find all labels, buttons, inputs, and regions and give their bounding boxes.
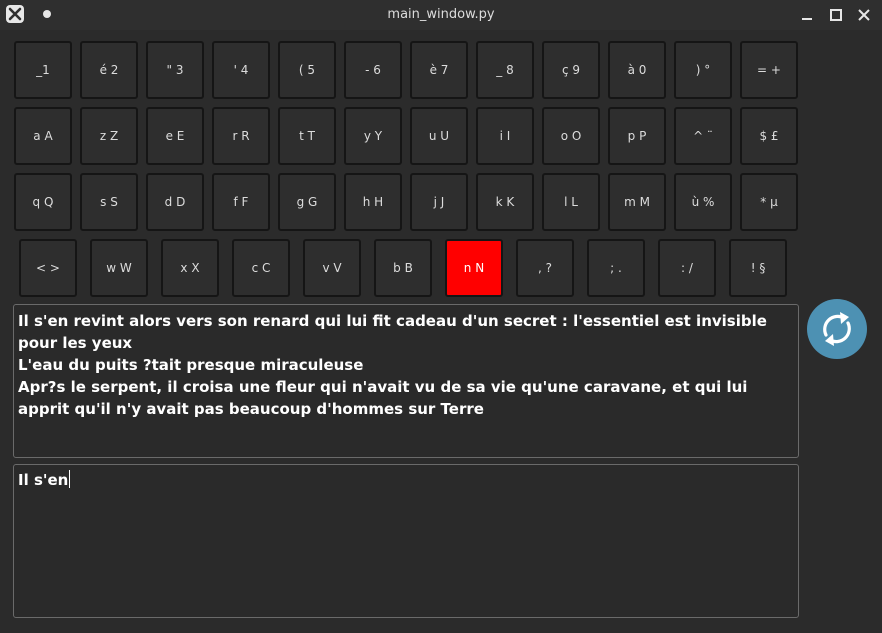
key-1-4[interactable]: t T [278, 107, 336, 165]
key-2-10[interactable]: ù % [674, 173, 732, 231]
key-2-1[interactable]: s S [80, 173, 138, 231]
minimize-button[interactable] [798, 6, 816, 24]
typing-input-area[interactable]: Il s'en [13, 464, 799, 618]
key-1-8[interactable]: o O [542, 107, 600, 165]
key-0-3[interactable]: ' 4 [212, 41, 270, 99]
reference-line: Il s'en revint alors vers son renard qui… [18, 312, 767, 352]
key-3-8[interactable]: ; . [587, 239, 645, 297]
key-0-6[interactable]: è 7 [410, 41, 468, 99]
refresh-button[interactable] [807, 299, 867, 359]
refresh-icon [823, 312, 851, 346]
reference-text-area[interactable]: Il s'en revint alors vers son renard qui… [13, 304, 799, 458]
key-2-5[interactable]: h H [344, 173, 402, 231]
key-3-0[interactable]: < > [19, 239, 77, 297]
text-caret [69, 470, 71, 488]
key-2-7[interactable]: k K [476, 173, 534, 231]
key-0-1[interactable]: é 2 [80, 41, 138, 99]
key-2-4[interactable]: g G [278, 173, 336, 231]
key-0-11[interactable]: = + [740, 41, 798, 99]
key-1-1[interactable]: z Z [80, 107, 138, 165]
key-1-0[interactable]: a A [14, 107, 72, 165]
key-1-11[interactable]: $ £ [740, 107, 798, 165]
key-0-0[interactable]: _1 [14, 41, 72, 99]
key-3-7[interactable]: , ? [516, 239, 574, 297]
key-1-6[interactable]: u U [410, 107, 468, 165]
key-3-1[interactable]: w W [90, 239, 148, 297]
key-0-10[interactable]: ) ° [674, 41, 732, 99]
title-bar: main_window.py [0, 0, 882, 30]
reference-line: L'eau du puits ?tait presque miraculeuse [18, 356, 364, 374]
key-0-7[interactable]: _ 8 [476, 41, 534, 99]
key-2-8[interactable]: l L [542, 173, 600, 231]
key-0-9[interactable]: à 0 [608, 41, 666, 99]
maximize-button[interactable] [827, 6, 845, 24]
key-3-10[interactable]: ! § [729, 239, 787, 297]
key-1-10[interactable]: ^ ¨ [674, 107, 732, 165]
reference-line: Apr?s le serpent, il croisa une fleur qu… [18, 378, 748, 418]
key-2-3[interactable]: f F [212, 173, 270, 231]
key-1-5[interactable]: y Y [344, 107, 402, 165]
key-0-8[interactable]: ç 9 [542, 41, 600, 99]
key-2-9[interactable]: m M [608, 173, 666, 231]
key-1-2[interactable]: e E [146, 107, 204, 165]
key-3-3[interactable]: c C [232, 239, 290, 297]
key-3-5[interactable]: b B [374, 239, 432, 297]
key-2-11[interactable]: * µ [740, 173, 798, 231]
key-1-9[interactable]: p P [608, 107, 666, 165]
key-3-9[interactable]: : / [658, 239, 716, 297]
close-icon [858, 9, 870, 21]
window-title: main_window.py [387, 7, 495, 22]
key-1-3[interactable]: r R [212, 107, 270, 165]
close-button[interactable] [855, 6, 873, 24]
key-3-4[interactable]: v V [303, 239, 361, 297]
key-2-6[interactable]: j J [410, 173, 468, 231]
key-2-2[interactable]: d D [146, 173, 204, 231]
key-0-4[interactable]: ( 5 [278, 41, 336, 99]
key-0-5[interactable]: - 6 [344, 41, 402, 99]
key-2-0[interactable]: q Q [14, 173, 72, 231]
key-3-6[interactable]: n N [445, 239, 503, 297]
key-3-2[interactable]: x X [161, 239, 219, 297]
typed-text: Il s'en [18, 471, 69, 489]
key-1-7[interactable]: i I [476, 107, 534, 165]
key-0-2[interactable]: " 3 [146, 41, 204, 99]
